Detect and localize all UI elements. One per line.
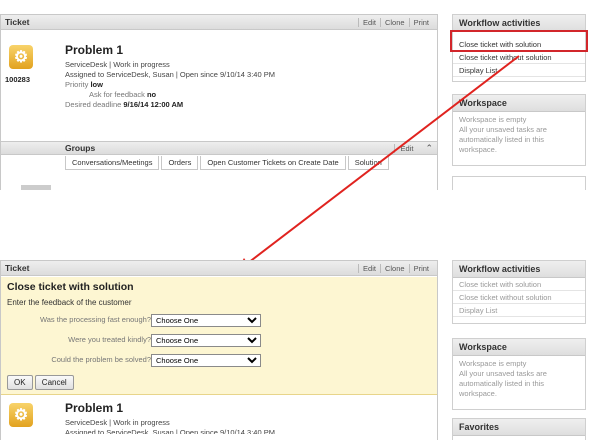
display-list-item[interactable]: Display List [453,64,585,77]
workspace-title: Workspace [453,339,585,356]
tab-conversations[interactable]: Conversations/Meetings [65,156,160,170]
priority-row: Priority low [65,80,103,89]
edit-button[interactable]: Edit [358,263,380,273]
deadline-row: Desired deadline 9/16/14 12:00 AM [65,100,184,109]
question-label-1: Was the processing fast enough? [39,315,151,324]
ticket-assignment-line: Assigned to ServiceDesk, Susan | Open si… [65,428,275,434]
workflow-title: Workflow activities [453,261,585,278]
close-without-solution-item[interactable]: Close ticket without solution [453,291,585,304]
workspace-text: Workspace is empty All your unsaved task… [459,359,547,398]
highlight-box [450,30,588,52]
question-select-2[interactable]: Choose One [151,334,261,347]
collapse-icon[interactable]: ⌃ [419,143,437,154]
edit-button[interactable]: Edit [358,17,380,27]
ticket-title: Ticket [5,17,30,27]
feedback-row: Ask for feedback no [89,90,157,99]
bottom-workflow-panel: Workflow activities Close ticket with so… [452,260,586,324]
gear-icon: ⚙ [9,403,33,427]
ticket-status-line: ServiceDesk | Work in progress [65,418,170,427]
top-workspace-panel: Workspace Workspace is empty All your un… [452,94,586,166]
close-with-solution-item[interactable]: Close ticket with solution [453,278,585,291]
bottom-workspace-panel: Workspace Workspace is empty All your un… [452,338,586,410]
ticket-assignment-line: Assigned to ServiceDesk, Susan | Open si… [65,70,275,79]
workspace-title: Workspace [453,95,585,112]
top-ticket-header: Ticket Edit Clone Print [1,15,437,30]
workspace-text: Workspace is empty All your unsaved task… [459,115,547,154]
groups-title: Groups [65,143,96,153]
question-label-2: Were you treated kindly? [68,335,151,344]
tab-orders[interactable]: Orders [161,156,199,170]
top-favorites-stub [452,176,586,190]
dialog-title: Close ticket with solution [7,281,134,293]
ticket-title: Ticket [5,263,30,273]
top-ticket-panel: Ticket Edit Clone Print ⚙ 100283 Problem… [0,14,438,190]
favorites-title: Favorites [453,419,585,436]
ticket-number: 100283 [5,75,31,84]
dialog-subtitle: Enter the feedback of the customer [7,298,132,307]
problem-title: Problem 1 [65,401,124,415]
tab-solution[interactable]: Solution [347,156,389,170]
print-button[interactable]: Print [408,17,433,27]
bottom-ticket-header: Ticket Edit Clone Print [1,261,437,276]
gear-icon: ⚙ [9,45,33,69]
bottom-ticket-panel: Ticket Edit Clone Print Close ticket wit… [0,260,438,440]
display-list-item[interactable]: Display List [453,304,585,317]
close-ticket-dialog: Close ticket with solution Enter the fee… [1,277,437,395]
question-label-3: Could the problem be solved? [51,355,151,364]
cut-off-row [21,185,51,190]
print-button[interactable]: Print [408,263,433,273]
groups-edit-button[interactable]: Edit [393,143,420,153]
cancel-button[interactable]: Cancel [34,375,74,390]
ok-button[interactable]: OK [7,375,33,390]
question-select-3[interactable]: Choose One [151,354,261,367]
bottom-favorites-panel: Favorites [452,418,586,440]
clone-button[interactable]: Clone [379,263,409,273]
ticket-status-line: ServiceDesk | Work in progress [65,60,170,69]
close-without-solution-item[interactable]: Close ticket without solution [453,51,585,64]
tab-open-customer-tickets[interactable]: Open Customer Tickets on Create Date [200,156,346,170]
problem-title: Problem 1 [65,43,124,57]
groups-header: Groups Edit ⌃ [1,141,437,155]
clone-button[interactable]: Clone [379,17,409,27]
groups-tabs: Conversations/Meetings Orders Open Custome… [65,156,391,170]
question-select-1[interactable]: Choose One [151,314,261,327]
